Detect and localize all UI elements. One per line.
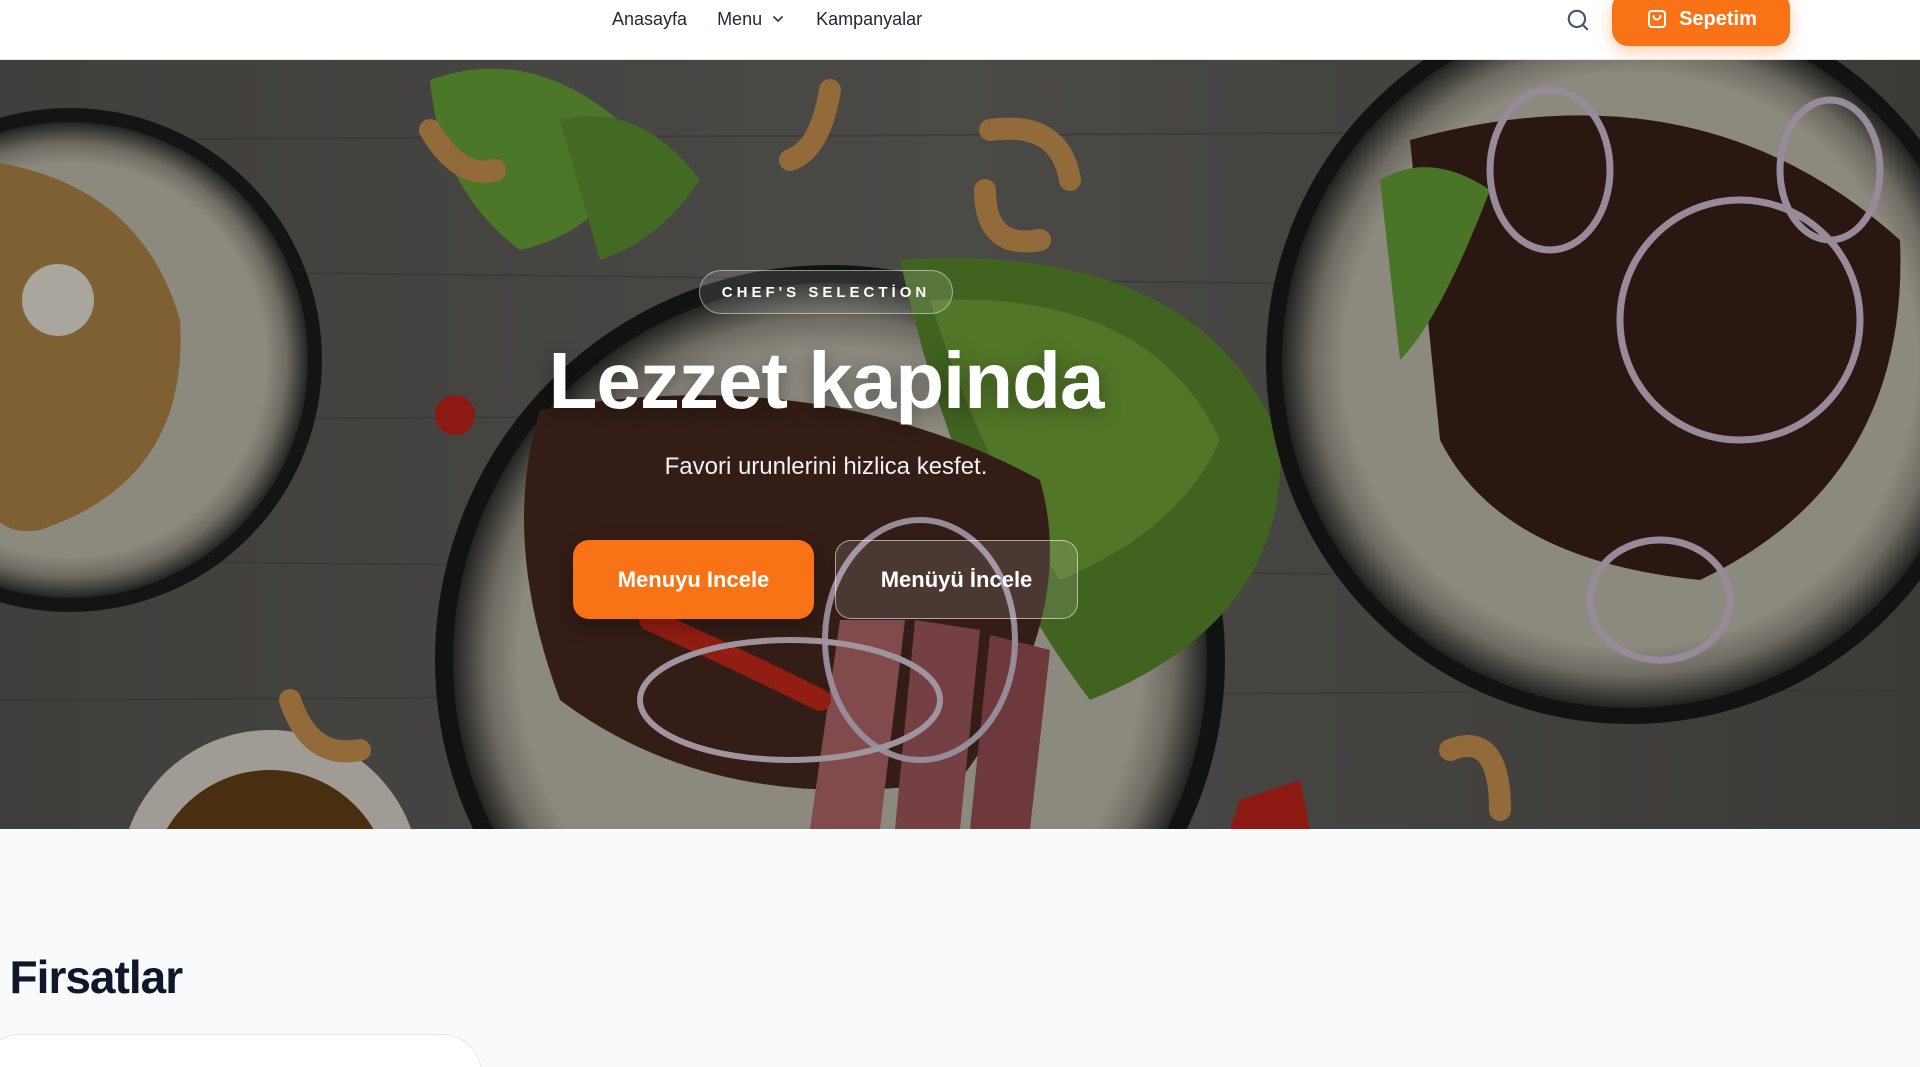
search-button[interactable] [1562,4,1594,36]
explore-menu-primary-button[interactable]: Menuyu Incele [573,540,814,619]
shopping-bag-icon [1648,10,1667,28]
explore-menu-secondary-button[interactable]: Menüyü İncele [835,540,1078,619]
nav-link-label: Menu [717,8,763,29]
nav-link-label: Kampanyalar [816,8,923,29]
chef-selection-badge: CHEF'S SELECTİON [699,270,953,314]
cart-button-label: Sepetim [1679,7,1757,30]
nav-link-campaigns[interactable]: Kampanyalar [816,9,922,30]
section-title: l Firsatlar [0,951,183,1003]
hero-subtitle: Favori urunlerini hizlica kesfet. [664,453,988,480]
nav-link-label: Anasayfa [612,8,688,29]
search-icon [1567,9,1589,31]
hero-content: CHEF'S SELECTİON Lezzet kapinda Favori u… [0,60,1652,829]
nav-link-home[interactable]: Anasayfa [612,9,687,30]
hero-title: Lezzet kapinda [548,336,1104,425]
cart-button[interactable]: Sepetim [1612,0,1790,46]
top-header: Anasayfa Menu Kampanyalar Sepetim [0,0,1920,60]
deal-card[interactable] [0,1034,482,1067]
chevron-down-icon [773,16,783,22]
nav-link-menu[interactable]: Menu [717,9,786,30]
hero-section: CHEF'S SELECTİON Lezzet kapinda Favori u… [0,60,1920,829]
main-nav: Anasayfa Menu Kampanyalar [612,0,922,38]
